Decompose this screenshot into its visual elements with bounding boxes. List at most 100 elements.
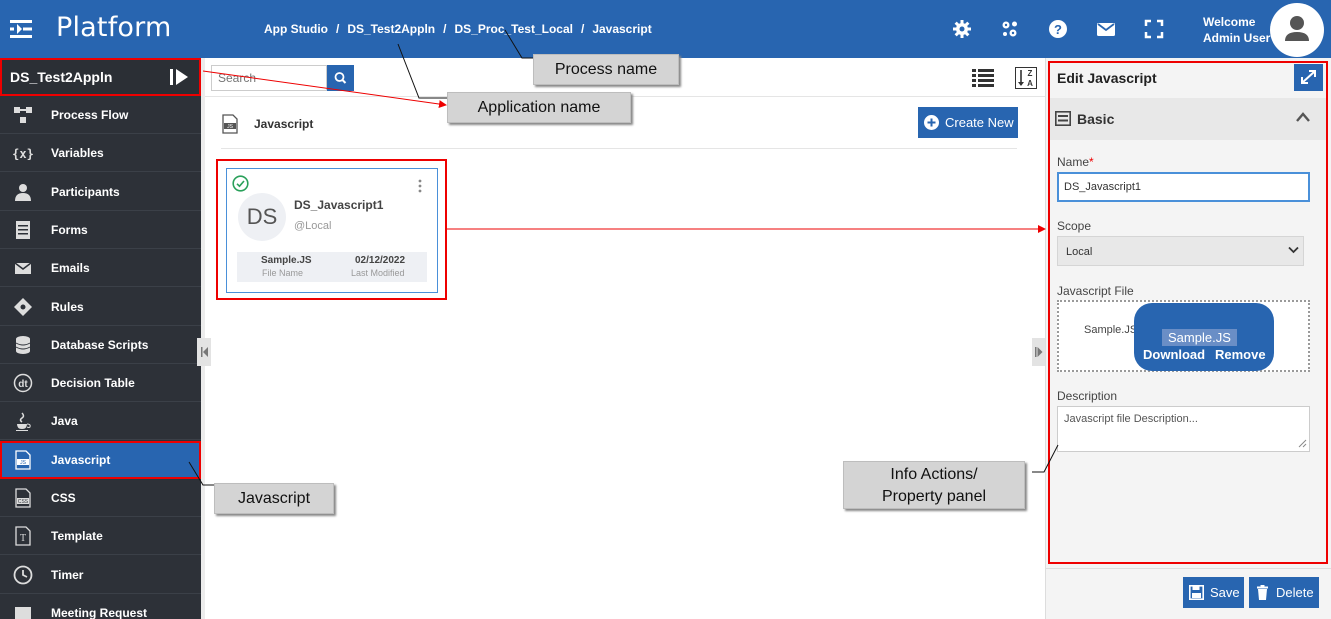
sidebar-item-participants[interactable]: Participants xyxy=(0,173,201,211)
save-button[interactable]: Save xyxy=(1183,577,1244,608)
collapse-left-handle[interactable] xyxy=(197,338,211,366)
fullscreen-icon[interactable] xyxy=(1144,19,1164,39)
annotation-frame-panel xyxy=(1048,61,1328,564)
sidebar-item-label: Template xyxy=(51,529,103,544)
svg-text:JS: JS xyxy=(20,460,27,466)
sidebar-item-template[interactable]: T Template xyxy=(0,517,201,556)
sidebar-item-rules[interactable]: Rules xyxy=(0,288,201,326)
sidebar-item-label: Process Flow xyxy=(51,108,129,122)
sidebar-item-label: Forms xyxy=(51,222,88,237)
sidebar: DS_Test2Appln Process Flow {x} Variables Pa… xyxy=(0,58,201,619)
emails-icon xyxy=(14,262,32,275)
sidebar-item-label: CSS xyxy=(51,491,76,505)
sidebar-item-label: Meeting Request xyxy=(51,605,148,619)
svg-text:T: T xyxy=(20,533,26,544)
sidebar-item-label: Variables xyxy=(51,146,104,161)
svg-text:Z: Z xyxy=(1028,69,1033,78)
search-icon xyxy=(334,72,347,84)
trash-icon xyxy=(1257,585,1268,600)
search-input[interactable] xyxy=(211,65,327,91)
sidebar-item-meeting-request[interactable]: Meeting Request xyxy=(0,594,201,619)
sidebar-item-forms[interactable]: Forms xyxy=(0,211,201,249)
breadcrumb-current: Javascript xyxy=(592,22,652,36)
settings-gear-icon[interactable] xyxy=(952,19,972,39)
svg-text:{x}: {x} xyxy=(13,147,33,161)
user-avatar[interactable] xyxy=(1270,3,1324,57)
sidebar-item-database-scripts[interactable]: Database Scripts xyxy=(0,326,201,364)
callout-process-name: Process name xyxy=(533,54,679,85)
callout-javascript: Javascript xyxy=(214,483,334,514)
chevron-right-icon xyxy=(1035,347,1043,357)
sidebar-item-label: Rules xyxy=(51,299,84,314)
sidebar-item-label: Emails xyxy=(51,261,90,276)
sidebar-item-javascript[interactable]: JS Javascript xyxy=(0,440,201,479)
database-icon xyxy=(15,335,31,354)
create-new-label: Create New xyxy=(945,115,1014,130)
card-avatar: DS xyxy=(238,193,286,241)
svg-text:CSS: CSS xyxy=(18,499,29,505)
sidebar-item-label: Javascript xyxy=(51,452,111,467)
sidebar-item-label: Java xyxy=(51,414,78,429)
sidebar-item-timer[interactable]: Timer xyxy=(0,556,201,594)
decision-table-icon: dt xyxy=(13,373,33,393)
menu-toggle-icon[interactable] xyxy=(10,20,32,38)
list-view-icon[interactable] xyxy=(972,69,994,87)
mail-icon[interactable] xyxy=(1096,19,1116,39)
sidebar-item-process-flow[interactable]: Process Flow xyxy=(0,96,201,134)
section-divider xyxy=(221,148,1017,149)
top-header: Platform App Studio / DS_Test2Appln / DS_Pro… xyxy=(0,0,1331,58)
delete-button[interactable]: Delete xyxy=(1249,577,1319,608)
meeting-icon xyxy=(15,606,31,619)
sidebar-item-variables[interactable]: {x} Variables xyxy=(0,134,201,173)
participants-icon xyxy=(15,183,31,201)
sort-az-icon[interactable]: Z A xyxy=(1015,67,1037,89)
delete-label: Delete xyxy=(1276,585,1314,600)
sidebar-item-label: Database Scripts xyxy=(51,337,149,352)
brand-title: Platform xyxy=(56,12,172,43)
javascript-card[interactable]: DS DS_Javascript1 @Local Sample.JS File … xyxy=(226,168,438,293)
sidebar-item-emails[interactable]: Emails xyxy=(0,249,201,288)
svg-text:dt: dt xyxy=(18,379,28,390)
user-avatar-icon xyxy=(1285,16,1309,41)
create-new-button[interactable]: Create New xyxy=(918,107,1018,138)
collapse-right-handle[interactable] xyxy=(1032,338,1045,366)
collapse-sidebar-icon[interactable] xyxy=(170,69,188,85)
java-icon xyxy=(16,412,31,432)
svg-text:?: ? xyxy=(1054,22,1062,37)
svg-text:A: A xyxy=(1027,79,1033,88)
app-name: DS_Test2Appln xyxy=(10,69,113,85)
sidebar-item-decision-table[interactable]: dt Decision Table xyxy=(0,364,201,403)
breadcrumb-app-studio[interactable]: App Studio xyxy=(264,22,328,36)
card-modified: 02/12/2022 xyxy=(355,255,406,266)
user-name: Admin User xyxy=(1203,31,1271,45)
svg-text:JS: JS xyxy=(227,124,234,130)
template-icon: T xyxy=(15,526,31,546)
card-menu-icon[interactable] xyxy=(417,179,423,193)
breadcrumb-application[interactable]: DS_Test2Appln xyxy=(347,22,435,36)
search-button[interactable] xyxy=(327,65,354,91)
callout-info-line2: Property panel xyxy=(881,488,987,505)
breadcrumb: App Studio / DS_Test2Appln / DS_Proc_Test_Lo… xyxy=(264,22,652,36)
panel-footer-divider xyxy=(1045,568,1331,569)
callout-info-actions: Info Actions/ Property panel xyxy=(843,461,1025,509)
status-check-icon xyxy=(232,175,249,192)
sidebar-item-css[interactable]: CSS CSS xyxy=(0,479,201,517)
process-flow-icon xyxy=(14,107,32,123)
welcome-label: Welcome xyxy=(1203,15,1256,29)
variables-icon: {x} xyxy=(13,147,33,161)
breadcrumb-process[interactable]: DS_Proc_Test_Local xyxy=(454,22,573,36)
sidebar-item-java[interactable]: Java xyxy=(0,402,201,441)
callout-info-line1: Info Actions/ xyxy=(890,466,978,483)
welcome-text: Welcome Admin User xyxy=(1203,14,1270,46)
card-meta: Sample.JS File Name 02/12/2022 Last Modi… xyxy=(237,252,427,282)
plus-circle-icon xyxy=(924,115,939,130)
save-label: Save xyxy=(1210,585,1240,600)
help-icon[interactable]: ? xyxy=(1048,19,1068,39)
chevron-left-icon xyxy=(201,347,208,357)
card-file-name-label: File Name xyxy=(262,268,304,278)
callout-application-name: Application name xyxy=(447,92,631,123)
card-modified-label: Last Modified xyxy=(351,268,405,278)
integrations-icon[interactable] xyxy=(1000,19,1020,39)
css-icon: CSS xyxy=(15,488,31,508)
sidebar-item-label: Participants xyxy=(51,184,120,199)
